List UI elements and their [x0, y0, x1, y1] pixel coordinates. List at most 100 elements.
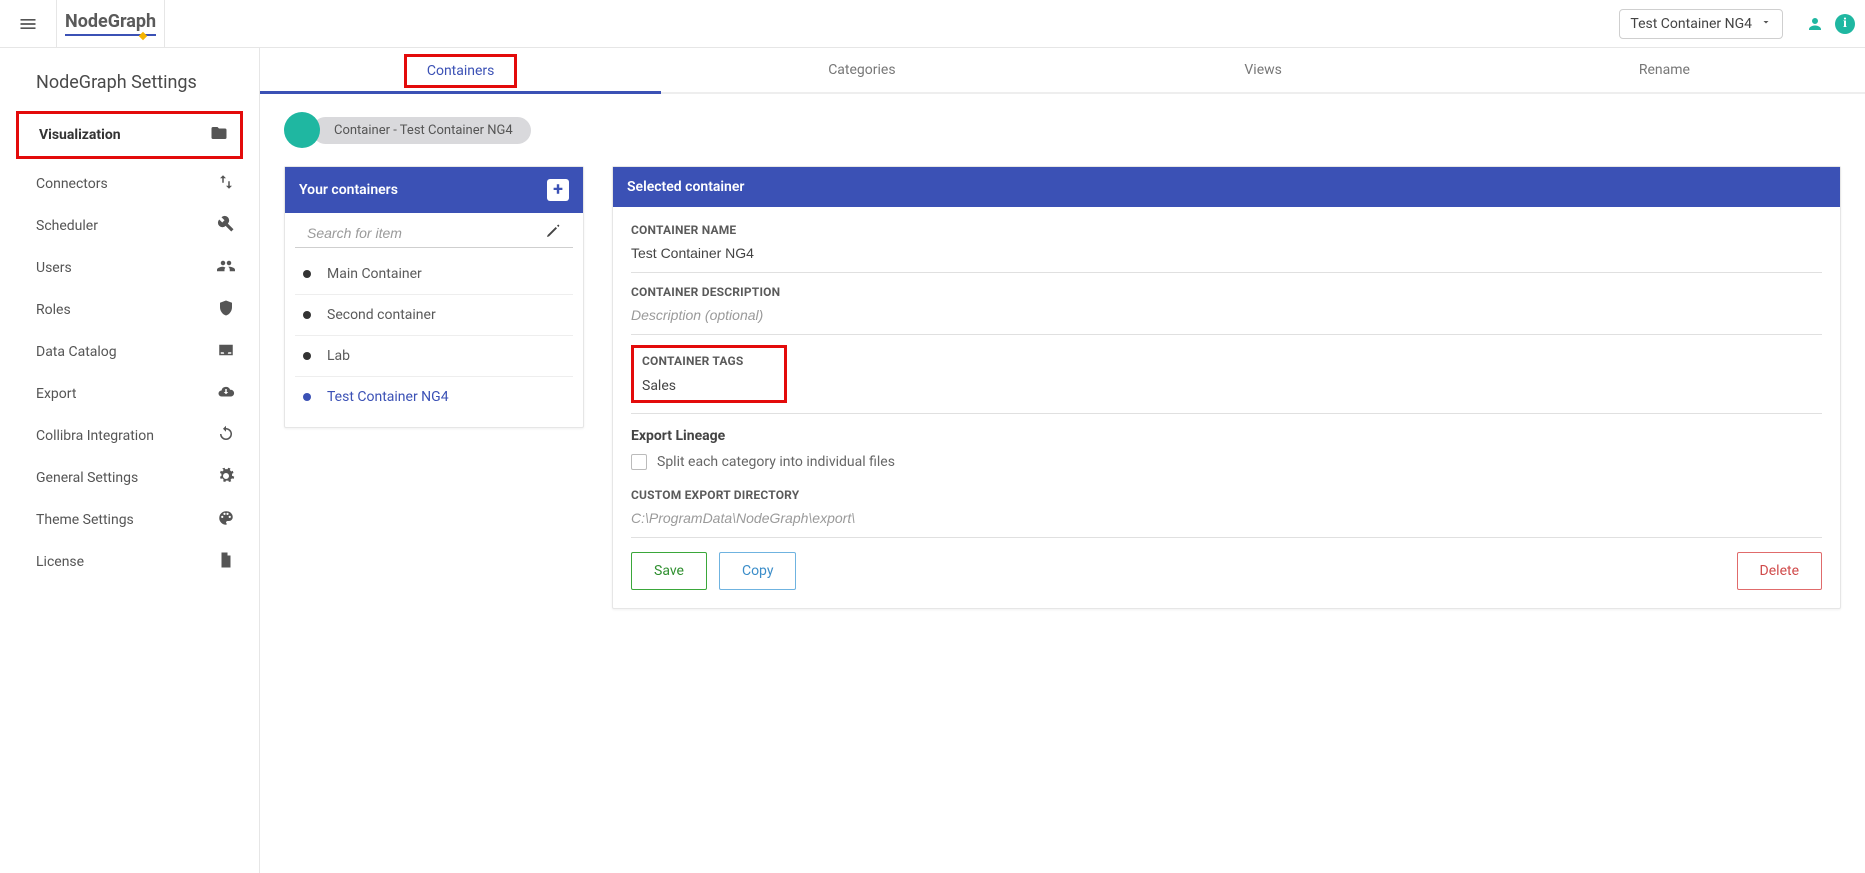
sidebar-visualization-highlight: Visualization	[16, 111, 243, 159]
sidebar-item-label: Export	[36, 386, 76, 402]
containers-list: Main Container Second container Lab	[285, 254, 583, 427]
bullet-icon	[303, 270, 311, 278]
container-description-label: CONTAINER DESCRIPTION	[631, 285, 1822, 299]
add-container-button[interactable]: +	[547, 179, 569, 201]
bullet-icon	[303, 352, 311, 360]
tab-label: Categories	[828, 62, 895, 78]
topbar: NodeGraph Test Container NG4 i	[0, 0, 1865, 48]
plus-icon: +	[553, 181, 563, 199]
sidebar-item-label: Visualization	[39, 127, 121, 143]
breadcrumb-circle-icon	[284, 112, 320, 148]
sidebar-item-visualization[interactable]: Visualization	[19, 114, 232, 156]
sidebar-item-label: Collibra Integration	[36, 428, 154, 444]
gear-icon	[217, 467, 235, 489]
panel-title: Selected container	[627, 179, 744, 195]
user-button[interactable]	[1801, 10, 1829, 38]
container-list-item-selected[interactable]: Test Container NG4	[295, 377, 573, 417]
sidebar-item-general-settings[interactable]: General Settings	[0, 457, 259, 499]
tab-label: Containers	[427, 63, 495, 79]
container-search-row	[295, 213, 573, 248]
hamburger-icon	[18, 14, 38, 34]
selected-container-panel: Selected container CONTAINER NAME CONTAI…	[612, 166, 1841, 609]
container-list-item[interactable]: Lab	[295, 336, 573, 377]
logo-underline	[65, 34, 156, 36]
tab-label: Views	[1244, 62, 1282, 78]
bullet-icon	[303, 311, 311, 319]
settings-sidebar: NodeGraph Settings Visualization Connect…	[0, 48, 260, 873]
your-containers-panel: Your containers + Ma	[284, 166, 584, 428]
info-icon: i	[1843, 16, 1847, 32]
sidebar-item-label: License	[36, 554, 84, 570]
container-name-label: CONTAINER NAME	[631, 223, 1822, 237]
selected-container-header: Selected container	[613, 167, 1840, 207]
sidebar-item-label: Theme Settings	[36, 512, 134, 528]
sidebar-item-export[interactable]: Export	[0, 373, 259, 415]
container-tags-field-wrapper: CONTAINER TAGS Sales	[631, 341, 1822, 414]
custom-export-dir-input[interactable]	[631, 510, 1822, 526]
copy-button[interactable]: Copy	[719, 552, 797, 590]
tab-rename[interactable]: Rename	[1464, 48, 1865, 92]
container-description-input[interactable]	[631, 307, 1822, 323]
sidebar-item-data-catalog[interactable]: Data Catalog	[0, 331, 259, 373]
container-tags-value[interactable]: Sales	[642, 378, 676, 394]
tab-categories[interactable]: Categories	[661, 48, 1062, 92]
file-icon	[217, 551, 235, 573]
user-icon	[1806, 15, 1824, 33]
sidebar-item-roles[interactable]: Roles	[0, 289, 259, 331]
container-search-input[interactable]	[307, 225, 545, 241]
sidebar-item-theme-settings[interactable]: Theme Settings	[0, 499, 259, 541]
container-list-item[interactable]: Main Container	[295, 254, 573, 295]
your-containers-header: Your containers +	[285, 167, 583, 213]
container-selector-value: Test Container NG4	[1630, 16, 1752, 32]
sidebar-item-connectors[interactable]: Connectors	[0, 163, 259, 205]
sync-icon	[217, 425, 235, 447]
folder-icon	[210, 124, 228, 146]
container-name-input[interactable]	[631, 245, 1822, 261]
container-selector-dropdown[interactable]: Test Container NG4	[1619, 9, 1783, 39]
list-item-label: Main Container	[327, 266, 422, 282]
sidebar-item-scheduler[interactable]: Scheduler	[0, 205, 259, 247]
tab-containers[interactable]: Containers	[260, 48, 661, 92]
tab-containers-highlight: Containers	[404, 54, 518, 88]
save-button-label: Save	[654, 563, 684, 579]
export-lineage-heading: Export Lineage	[631, 428, 1822, 444]
container-name-field: CONTAINER NAME	[631, 217, 1822, 273]
breadcrumb: Container - Test Container NG4	[284, 112, 1841, 148]
save-button[interactable]: Save	[631, 552, 707, 590]
panel-title: Your containers	[299, 182, 398, 198]
shield-icon	[217, 299, 235, 321]
content-area: Container - Test Container NG4 Your cont…	[260, 94, 1865, 627]
wrench-icon	[217, 215, 235, 237]
container-description-field: CONTAINER DESCRIPTION	[631, 279, 1822, 335]
info-button[interactable]: i	[1835, 14, 1855, 34]
breadcrumb-label: Container - Test Container NG4	[334, 123, 513, 138]
inbox-icon	[217, 341, 235, 363]
sidebar-item-label: Roles	[36, 302, 71, 318]
tab-views[interactable]: Views	[1063, 48, 1464, 92]
hamburger-menu-button[interactable]	[10, 6, 46, 42]
main-area: Containers Categories Views Rename Conta…	[260, 48, 1865, 873]
split-category-checkbox[interactable]	[631, 454, 647, 470]
delete-button[interactable]: Delete	[1737, 552, 1822, 590]
sidebar-item-users[interactable]: Users	[0, 247, 259, 289]
sidebar-item-collibra[interactable]: Collibra Integration	[0, 415, 259, 457]
container-tags-highlight: CONTAINER TAGS Sales	[631, 345, 787, 403]
people-icon	[217, 257, 235, 279]
cloud-icon	[217, 383, 235, 405]
sidebar-item-label: General Settings	[36, 470, 138, 486]
swap-icon	[217, 173, 235, 195]
tab-bar: Containers Categories Views Rename	[260, 48, 1865, 94]
split-category-label: Split each category into individual file…	[657, 454, 895, 470]
sidebar-item-license[interactable]: License	[0, 541, 259, 583]
app-logo[interactable]: NodeGraph	[56, 0, 165, 48]
list-item-label: Test Container NG4	[327, 389, 449, 405]
container-list-item[interactable]: Second container	[295, 295, 573, 336]
bullet-icon	[303, 393, 311, 401]
breadcrumb-chip[interactable]: Container - Test Container NG4	[312, 117, 531, 144]
edit-icon[interactable]	[545, 223, 561, 243]
form-button-row: Save Copy Delete	[631, 552, 1822, 590]
logo-text: NodeGraph	[65, 11, 156, 32]
split-category-row: Split each category into individual file…	[631, 454, 1822, 470]
sidebar-item-label: Data Catalog	[36, 344, 117, 360]
sidebar-item-label: Scheduler	[36, 218, 98, 234]
